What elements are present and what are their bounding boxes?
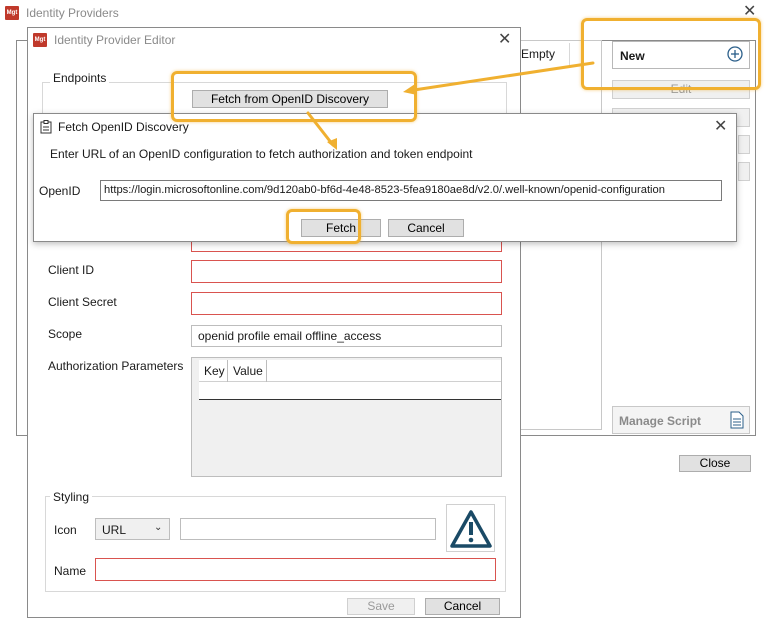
icon-label: Icon bbox=[54, 523, 77, 537]
discovery-close-icon[interactable]: ✕ bbox=[714, 119, 727, 135]
discovery-dialog: Fetch OpenID Discovery ✕ Enter URL of an… bbox=[33, 113, 737, 242]
manage-script-button[interactable]: Manage Script bbox=[612, 406, 750, 434]
client-id-label: Client ID bbox=[48, 263, 95, 277]
grid-new-row[interactable] bbox=[199, 382, 501, 400]
scope-label: Scope bbox=[48, 327, 83, 341]
editor-title: Identity Provider Editor bbox=[54, 33, 176, 47]
grid-col-key[interactable]: Key bbox=[204, 364, 225, 378]
styling-label: Styling bbox=[50, 490, 93, 504]
icon-type-value: URL bbox=[102, 523, 127, 537]
providers-window-title: Identity Providers bbox=[26, 6, 119, 20]
discovery-cancel-button[interactable]: Cancel bbox=[388, 219, 464, 237]
scope-field[interactable]: openid profile email offline_access bbox=[191, 325, 502, 347]
openid-label: OpenID bbox=[39, 184, 81, 198]
chevron-down-icon: ⌄ bbox=[154, 522, 163, 533]
name-label: Name bbox=[54, 564, 87, 578]
editor-close-icon[interactable]: ✕ bbox=[498, 32, 511, 48]
side-button-4[interactable] bbox=[738, 162, 750, 181]
manage-script-label: Manage Script bbox=[619, 414, 702, 428]
warning-icon bbox=[450, 510, 492, 548]
highlight-new-button bbox=[581, 18, 761, 90]
clipboard-icon bbox=[40, 120, 52, 134]
name-field[interactable] bbox=[95, 558, 496, 581]
editor-logo-icon: Mgt bbox=[33, 33, 47, 47]
script-file-icon bbox=[730, 411, 744, 429]
client-secret-label: Client Secret bbox=[48, 295, 117, 309]
icon-url-field[interactable] bbox=[180, 518, 436, 540]
highlight-fetch-discovery bbox=[171, 71, 417, 122]
discovery-instruction: Enter URL of an OpenID configuration to … bbox=[50, 147, 473, 161]
editor-cancel-button[interactable]: Cancel bbox=[425, 598, 500, 615]
app-logo-icon: Mgt bbox=[5, 6, 19, 20]
icon-type-select[interactable]: URL ⌄ bbox=[95, 518, 170, 540]
grid-col-value[interactable]: Value bbox=[233, 364, 263, 378]
list-header-divider bbox=[569, 43, 570, 65]
client-secret-field[interactable] bbox=[191, 292, 502, 315]
side-button-3[interactable] bbox=[738, 135, 750, 154]
openid-url-field[interactable]: https://login.microsoftonline.com/9d120a… bbox=[100, 180, 722, 201]
save-button[interactable]: Save bbox=[347, 598, 415, 615]
close-button[interactable]: Close bbox=[679, 455, 751, 472]
icon-preview bbox=[446, 504, 495, 552]
endpoints-label: Endpoints bbox=[50, 71, 110, 85]
discovery-title: Fetch OpenID Discovery bbox=[58, 120, 189, 134]
auth-params-grid[interactable]: Key Value bbox=[191, 357, 502, 477]
client-id-field[interactable] bbox=[191, 260, 502, 283]
list-header-empty: Empty bbox=[521, 47, 556, 61]
auth-params-label: Authorization Parameters bbox=[48, 359, 184, 373]
highlight-fetch-button bbox=[286, 209, 361, 244]
